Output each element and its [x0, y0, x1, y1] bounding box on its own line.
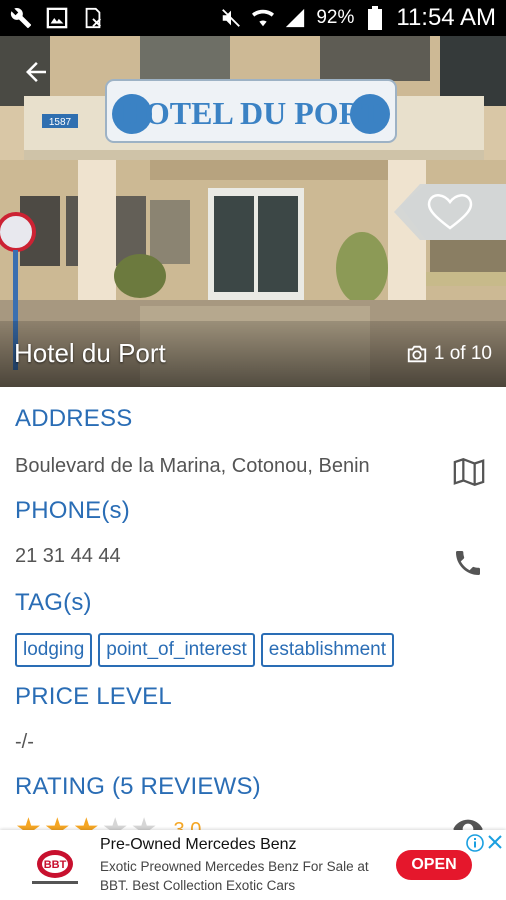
clock: 11:54 AM — [396, 4, 496, 31]
battery-percent: 92% — [316, 7, 355, 28]
photo-counter[interactable]: 1 of 10 — [406, 343, 492, 365]
phone-icon[interactable] — [452, 547, 486, 581]
hotel-sign-text: HOTEL DU PORT — [120, 95, 382, 131]
back-arrow-icon — [26, 62, 46, 82]
rating-heading: RATING (5 REVIEWS) — [15, 773, 261, 800]
tag-establishment[interactable]: establishment — [260, 633, 395, 667]
svg-text:BBT: BBT — [44, 859, 67, 871]
image-icon — [46, 7, 68, 29]
hotel-name: Hotel du Port — [14, 338, 166, 368]
price-level-value: -/- — [15, 731, 34, 753]
ad-close-icon[interactable] — [487, 834, 503, 850]
phone-value[interactable]: 21 31 44 44 — [15, 545, 121, 568]
ad-banner[interactable]: BBT Pre-Owned Mercedes Benz Exotic Preow… — [0, 830, 506, 900]
wrench-icon — [10, 7, 32, 29]
wifi-icon — [252, 7, 275, 29]
tag-point-of-interest[interactable]: point_of_interest — [98, 633, 255, 667]
ad-open-button[interactable]: OPEN — [396, 850, 472, 880]
tags-heading: TAG(s) — [15, 589, 92, 616]
hotel-photo[interactable]: HOTEL DU PORT 1587 Hotel du Port 1 of 10 — [0, 36, 506, 387]
ad-info-icon[interactable] — [466, 834, 484, 852]
status-bar: 92% 11:54 AM — [0, 0, 506, 36]
phone-heading: PHONE(s) — [15, 497, 130, 524]
price-level-heading: PRICE LEVEL — [15, 683, 172, 710]
battery-icon — [364, 6, 386, 30]
tag-list: lodging point_of_interest establishment — [15, 633, 395, 667]
photo-counter-text: 1 of 10 — [433, 343, 492, 364]
camera-icon — [407, 345, 427, 363]
ad-title[interactable]: Pre-Owned Mercedes Benz — [100, 836, 297, 854]
back-button[interactable] — [16, 52, 56, 92]
street-number-plate: 1587 — [49, 117, 72, 128]
mute-icon — [220, 7, 242, 29]
bbt-logo: BBT — [32, 850, 78, 884]
heart-icon — [394, 184, 506, 240]
favorite-button[interactable] — [394, 184, 506, 240]
signal-icon — [284, 7, 306, 29]
sim-off-icon — [82, 7, 104, 29]
address-value[interactable]: Boulevard de la Marina, Cotonou, Benin — [15, 455, 370, 478]
ad-description: Exotic Preowned Mercedes Benz For Sale a… — [100, 859, 369, 893]
address-heading: ADDRESS — [15, 405, 133, 432]
map-icon[interactable] — [452, 455, 486, 489]
tag-lodging[interactable]: lodging — [15, 633, 93, 667]
